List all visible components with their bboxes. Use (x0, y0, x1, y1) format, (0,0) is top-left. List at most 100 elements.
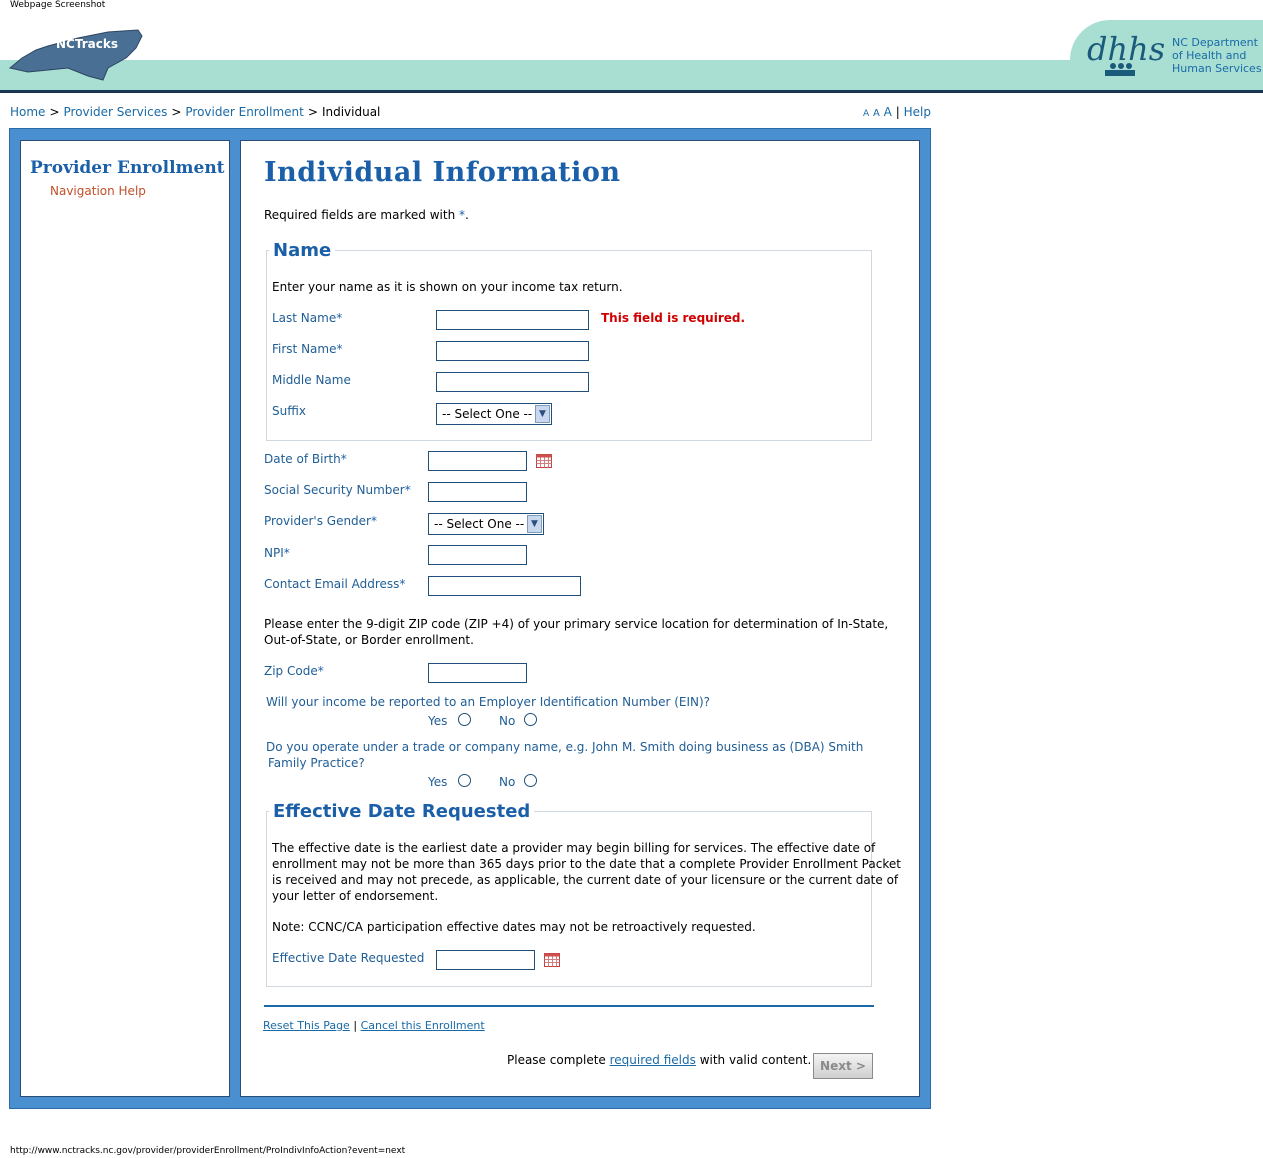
email-label: Contact Email Address* (264, 577, 405, 591)
dba-question-line-1: Do you operate under a trade or company … (266, 740, 864, 754)
required-star: * (283, 546, 290, 560)
dba-question-line-2: Family Practice? (268, 756, 365, 770)
chevron-down-icon: ▼ (527, 515, 542, 533)
screenshot-caption: Webpage Screenshot (10, 0, 106, 10)
dhhs-line-2: of Health and (1172, 49, 1247, 62)
breadcrumb-provider-services[interactable]: Provider Services (64, 105, 168, 119)
dhhs-name: NC Department of Health and Human Servic… (1172, 36, 1262, 75)
help-link[interactable]: Help (904, 105, 931, 119)
zip-instruction-line-1: Please enter the 9-digit ZIP code (ZIP +… (264, 617, 889, 631)
last-name-label: Last Name* (272, 311, 342, 325)
first-name-label-text: First Name (272, 342, 337, 356)
required-star: * (336, 342, 343, 356)
required-note-text: Required fields are marked with (264, 208, 459, 222)
gender-label-text: Provider's Gender (264, 514, 371, 528)
nctracks-logo-text: NCTracks (56, 37, 118, 51)
dob-label: Date of Birth* (264, 452, 347, 466)
required-note-end: . (465, 208, 469, 222)
last-name-input[interactable] (436, 310, 589, 330)
dba-yes-label: Yes (428, 775, 448, 789)
ssn-input[interactable] (428, 482, 527, 502)
svg-text:dhhs: dhhs (1087, 30, 1165, 68)
required-star: * (317, 664, 324, 678)
cancel-enrollment-link[interactable]: Cancel this Enrollment (361, 1019, 485, 1032)
middle-name-label: Middle Name (272, 373, 351, 387)
form-links: Reset This Page | Cancel this Enrollment (263, 1019, 485, 1032)
breadcrumb-current: Individual (321, 105, 381, 119)
zip-label: Zip Code* (264, 664, 324, 678)
gender-select-value: -- Select One -- (434, 517, 525, 531)
section-divider (264, 1005, 874, 1007)
zip-label-text: Zip Code (264, 664, 318, 678)
ein-yes-label: Yes (428, 714, 448, 728)
name-instruction: Enter your name as it is shown on your i… (272, 280, 623, 294)
sidebar-title: Provider Enrollment (30, 158, 225, 178)
breadcrumb-separator: > (49, 105, 60, 119)
breadcrumb-separator: > (307, 105, 318, 119)
chevron-down-icon: ▼ (535, 405, 550, 423)
npi-input[interactable] (428, 545, 527, 565)
dhhs-line-3: Human Services (1172, 62, 1262, 75)
text-size-medium[interactable]: A (873, 108, 880, 119)
ein-question: Will your income be reported to an Emplo… (266, 695, 711, 709)
navigation-help-link[interactable]: Navigation Help (50, 184, 146, 198)
dhhs-line-1: NC Department (1172, 36, 1258, 49)
ssn-label: Social Security Number* (264, 483, 411, 497)
zip-input[interactable] (428, 663, 527, 683)
effective-para-line-4: your letter of endorsement. (272, 889, 439, 903)
suffix-select-value: -- Select One -- (442, 407, 533, 421)
middle-name-input[interactable] (436, 372, 589, 392)
gender-label: Provider's Gender* (264, 514, 377, 528)
effective-date-legend: Effective Date Requested (269, 801, 535, 822)
breadcrumb-provider-enrollment[interactable]: Provider Enrollment (185, 105, 303, 119)
effective-date-label: Effective Date Requested (272, 951, 425, 965)
ssn-label-text: Social Security Number (264, 483, 405, 497)
last-name-error: This field is required. (601, 311, 746, 325)
suffix-select[interactable]: -- Select One -- ▼ (436, 403, 552, 425)
dob-input[interactable] (428, 451, 527, 471)
page-title: Individual Information (264, 157, 621, 188)
calendar-icon[interactable] (536, 454, 552, 468)
required-fields-link[interactable]: required fields (610, 1053, 696, 1067)
gender-select[interactable]: -- Select One -- ▼ (428, 513, 544, 535)
completion-message: Please complete required fields with val… (507, 1053, 811, 1067)
calendar-icon[interactable] (544, 953, 560, 967)
email-label-text: Contact Email Address (264, 577, 400, 591)
dob-label-text: Date of Birth (264, 452, 341, 466)
email-input[interactable] (428, 576, 581, 596)
text-size-large[interactable]: A (884, 105, 892, 119)
breadcrumb-separator: > (171, 105, 182, 119)
reset-page-link[interactable]: Reset This Page (263, 1019, 350, 1032)
required-star: * (371, 514, 377, 528)
dhhs-logo: dhhs (1087, 30, 1165, 76)
dba-no-radio[interactable] (524, 774, 537, 787)
effective-para-line-1: The effective date is the earliest date … (272, 841, 876, 855)
required-star: * (399, 577, 406, 591)
ein-no-label: No (499, 714, 516, 728)
name-legend: Name (269, 240, 336, 261)
completion-text-post: with valid content. (695, 1053, 812, 1067)
first-name-input[interactable] (436, 341, 589, 361)
required-star: * (336, 311, 343, 325)
dba-no-label: No (499, 775, 516, 789)
dba-yes-radio[interactable] (458, 774, 471, 787)
last-name-label-text: Last Name (272, 311, 337, 325)
page-url: http://www.nctracks.nc.gov/provider/prov… (10, 1146, 406, 1156)
ein-yes-radio[interactable] (458, 713, 471, 726)
effective-date-input[interactable] (436, 950, 535, 970)
text-size-small[interactable]: A (863, 109, 869, 119)
effective-para-line-2: enrollment may not be more than 365 days… (272, 857, 901, 871)
npi-label-text: NPI (264, 546, 284, 560)
breadcrumb: Home > Provider Services > Provider Enrollme… (10, 105, 380, 119)
ein-no-radio[interactable] (524, 713, 537, 726)
links-separator: | (353, 1019, 358, 1032)
utility-links: A A A | Help (863, 105, 931, 119)
suffix-label: Suffix (272, 404, 306, 418)
breadcrumb-home[interactable]: Home (10, 105, 45, 119)
npi-label: NPI* (264, 546, 290, 560)
zip-instruction-line-2: Out-of-State, or Border enrollment. (264, 633, 474, 647)
effective-para-line-3: is received and may not precede, as appl… (272, 873, 899, 887)
completion-text-pre: Please complete (507, 1053, 610, 1067)
effective-note: Note: CCNC/CA participation effective da… (272, 920, 756, 934)
next-button[interactable]: Next > (813, 1053, 873, 1079)
